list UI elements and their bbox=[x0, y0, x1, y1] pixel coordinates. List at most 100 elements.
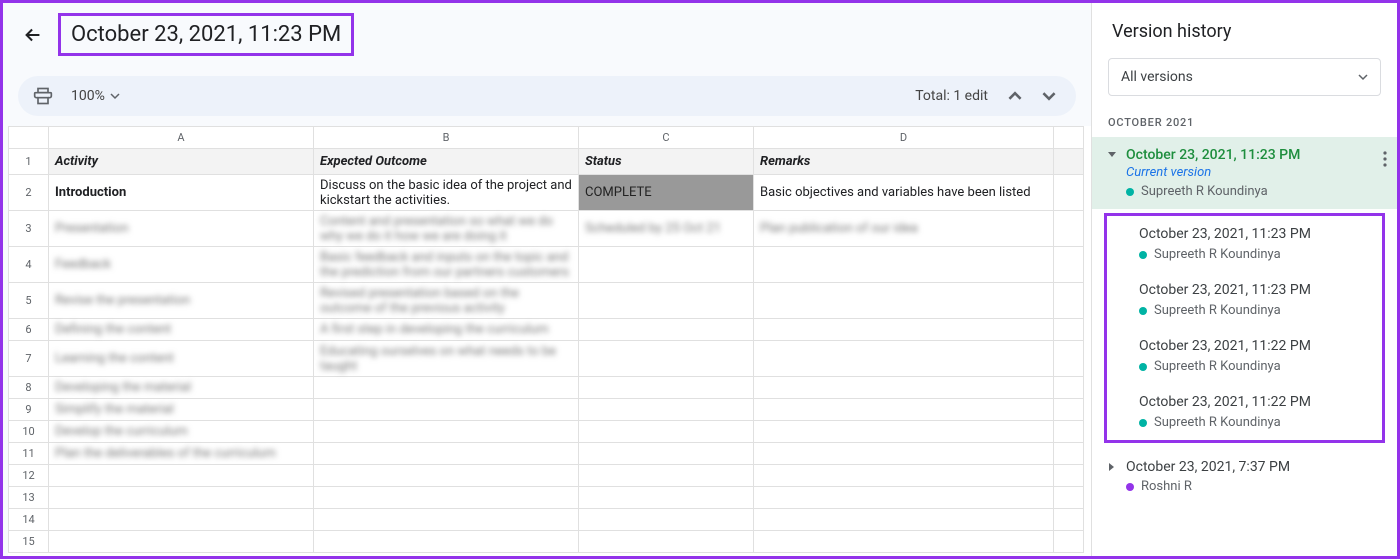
row-header[interactable]: 2 bbox=[9, 175, 49, 211]
col-header-b[interactable]: B bbox=[314, 127, 579, 149]
cell[interactable]: Defining the content bbox=[49, 319, 314, 341]
cell[interactable] bbox=[1054, 175, 1084, 211]
cell[interactable] bbox=[1054, 149, 1084, 175]
row-header[interactable]: 15 bbox=[9, 531, 49, 553]
version-item[interactable]: October 23, 2021, 7:37 PM Roshni R bbox=[1092, 449, 1397, 504]
cell[interactable]: Status bbox=[579, 149, 754, 175]
cell[interactable] bbox=[1054, 211, 1084, 247]
cell[interactable] bbox=[579, 509, 754, 531]
row-header[interactable]: 9 bbox=[9, 399, 49, 421]
cell[interactable] bbox=[314, 399, 579, 421]
cell[interactable]: Develop the curriculum bbox=[49, 421, 314, 443]
cell[interactable] bbox=[754, 465, 1054, 487]
back-button[interactable] bbox=[18, 20, 48, 50]
sub-version-item[interactable]: October 23, 2021, 11:22 PM Supreeth R Ko… bbox=[1107, 384, 1382, 440]
cell[interactable] bbox=[1054, 443, 1084, 465]
cell[interactable]: Basic feedback and inputs on the topic a… bbox=[314, 247, 579, 283]
expand-caret[interactable] bbox=[1106, 149, 1118, 161]
cell[interactable]: Plan the deliverables of the curriculum bbox=[49, 443, 314, 465]
cell[interactable] bbox=[1054, 341, 1084, 377]
cell[interactable] bbox=[754, 443, 1054, 465]
cell[interactable] bbox=[579, 319, 754, 341]
cell[interactable]: Learning the content bbox=[49, 341, 314, 377]
cell[interactable] bbox=[579, 341, 754, 377]
cell[interactable] bbox=[754, 421, 1054, 443]
cell[interactable]: Scheduled by 25 Oct 21 bbox=[579, 211, 754, 247]
cell[interactable] bbox=[1054, 399, 1084, 421]
cell[interactable] bbox=[579, 443, 754, 465]
cell-status-complete[interactable]: COMPLETE bbox=[579, 175, 754, 211]
cell[interactable] bbox=[754, 341, 1054, 377]
cell[interactable]: Feedback bbox=[49, 247, 314, 283]
cell[interactable] bbox=[1054, 319, 1084, 341]
cell[interactable] bbox=[49, 487, 314, 509]
cell[interactable]: Remarks bbox=[754, 149, 1054, 175]
cell[interactable]: Introduction bbox=[49, 175, 314, 211]
cell[interactable]: Developing the material bbox=[49, 377, 314, 399]
spreadsheet[interactable]: A B C D 1 Activity Expected Outcome Stat… bbox=[8, 126, 1091, 556]
cell[interactable]: Simplify the material bbox=[49, 399, 314, 421]
cell[interactable]: Basic objectives and variables have been… bbox=[754, 175, 1054, 211]
cell[interactable] bbox=[1054, 531, 1084, 553]
next-edit-button[interactable] bbox=[1037, 84, 1061, 108]
cell[interactable] bbox=[1054, 509, 1084, 531]
print-button[interactable] bbox=[33, 86, 53, 106]
cell[interactable] bbox=[754, 531, 1054, 553]
cell[interactable] bbox=[579, 377, 754, 399]
sub-version-item[interactable]: October 23, 2021, 11:23 PM Supreeth R Ko… bbox=[1107, 272, 1382, 328]
cell[interactable] bbox=[579, 465, 754, 487]
cell[interactable] bbox=[579, 531, 754, 553]
cell[interactable] bbox=[1054, 377, 1084, 399]
col-header-e[interactable] bbox=[1054, 127, 1084, 149]
cell[interactable] bbox=[754, 399, 1054, 421]
cell[interactable] bbox=[754, 487, 1054, 509]
cell[interactable] bbox=[314, 531, 579, 553]
col-header-a[interactable]: A bbox=[49, 127, 314, 149]
cell[interactable]: Expected Outcome bbox=[314, 149, 579, 175]
cell[interactable] bbox=[1054, 421, 1084, 443]
cell[interactable]: Educating ourselves on what needs to be … bbox=[314, 341, 579, 377]
cell[interactable]: A first step in developing the curriculu… bbox=[314, 319, 579, 341]
row-header[interactable]: 10 bbox=[9, 421, 49, 443]
sub-version-item[interactable]: October 23, 2021, 11:23 PM Supreeth R Ko… bbox=[1107, 216, 1382, 272]
row-header[interactable]: 5 bbox=[9, 283, 49, 319]
cell[interactable] bbox=[314, 421, 579, 443]
cell[interactable] bbox=[49, 531, 314, 553]
cell[interactable]: Revise the presentation bbox=[49, 283, 314, 319]
cell[interactable] bbox=[314, 487, 579, 509]
cell[interactable] bbox=[579, 283, 754, 319]
cell[interactable] bbox=[754, 377, 1054, 399]
cell[interactable] bbox=[1054, 465, 1084, 487]
cell[interactable] bbox=[579, 247, 754, 283]
col-header-c[interactable]: C bbox=[579, 127, 754, 149]
cell[interactable] bbox=[754, 247, 1054, 283]
expand-caret[interactable] bbox=[1106, 461, 1118, 473]
cell[interactable] bbox=[754, 319, 1054, 341]
cell[interactable]: Discuss on the basic idea of the project… bbox=[314, 175, 579, 211]
cell[interactable]: Plan publication of our idea bbox=[754, 211, 1054, 247]
cell[interactable] bbox=[754, 509, 1054, 531]
row-header[interactable]: 7 bbox=[9, 341, 49, 377]
cell[interactable] bbox=[1054, 283, 1084, 319]
corner-cell[interactable] bbox=[9, 127, 49, 149]
more-options-button[interactable] bbox=[1383, 151, 1387, 167]
row-header[interactable]: 3 bbox=[9, 211, 49, 247]
cell[interactable] bbox=[314, 443, 579, 465]
cell[interactable]: Presentation bbox=[49, 211, 314, 247]
cell[interactable]: Activity bbox=[49, 149, 314, 175]
row-header[interactable]: 8 bbox=[9, 377, 49, 399]
row-header[interactable]: 14 bbox=[9, 509, 49, 531]
cell[interactable] bbox=[314, 377, 579, 399]
version-filter-select[interactable]: All versions bbox=[1108, 58, 1381, 96]
row-header[interactable]: 11 bbox=[9, 443, 49, 465]
cell[interactable] bbox=[1054, 247, 1084, 283]
cell[interactable] bbox=[579, 399, 754, 421]
row-header[interactable]: 12 bbox=[9, 465, 49, 487]
sub-version-item[interactable]: October 23, 2021, 11:22 PM Supreeth R Ko… bbox=[1107, 328, 1382, 384]
row-header[interactable]: 6 bbox=[9, 319, 49, 341]
cell[interactable] bbox=[314, 465, 579, 487]
zoom-control[interactable]: 100% bbox=[63, 84, 128, 108]
cell[interactable] bbox=[314, 509, 579, 531]
cell[interactable] bbox=[579, 421, 754, 443]
prev-edit-button[interactable] bbox=[1003, 84, 1027, 108]
